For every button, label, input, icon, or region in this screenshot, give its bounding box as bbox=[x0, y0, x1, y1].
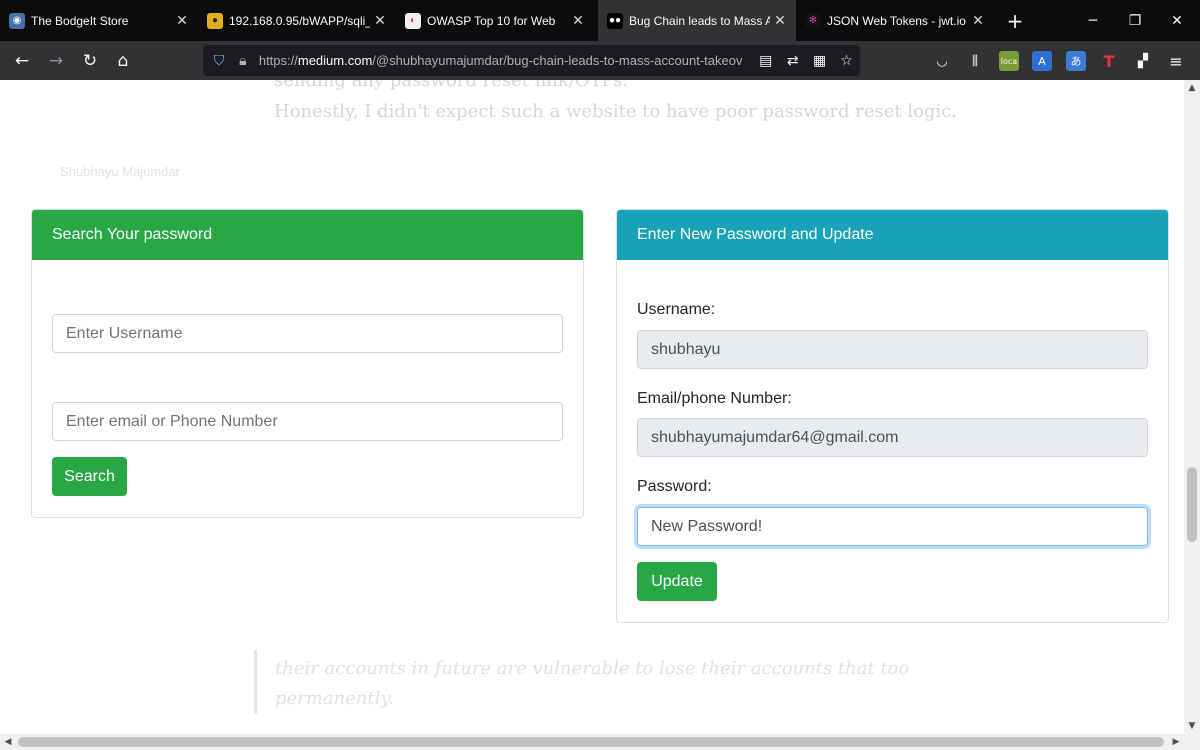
globe-icon: ◉ bbox=[9, 12, 25, 29]
close-tab-icon[interactable]: ✕ bbox=[968, 12, 988, 29]
author-caption: Shubhayu Majumdar bbox=[60, 164, 180, 179]
owasp-icon: ◐ bbox=[405, 12, 421, 29]
card-header: Enter New Password and Update bbox=[617, 210, 1168, 260]
tab-bwapp[interactable]: ● 192.168.0.95/bWAPP/sqli_6.p ✕ bbox=[198, 0, 396, 41]
vertical-scrollbar[interactable]: ▲ ▼ bbox=[1184, 80, 1200, 734]
tab-title: OWASP Top 10 for Web bbox=[427, 13, 556, 28]
password-field[interactable]: New Password! bbox=[637, 507, 1148, 546]
scroll-down-icon[interactable]: ▼ bbox=[1184, 718, 1200, 734]
new-tab-button[interactable]: + bbox=[1000, 0, 1030, 41]
forward-arrow-icon[interactable]: → bbox=[41, 46, 71, 76]
scroll-left-icon[interactable]: ◀ bbox=[0, 734, 16, 750]
menu-icon[interactable]: ≡ bbox=[1166, 51, 1186, 71]
username-label: Username: bbox=[637, 301, 716, 318]
minimize-icon[interactable]: ─ bbox=[1072, 0, 1114, 41]
library-icon[interactable]: ⫼ bbox=[965, 51, 985, 71]
update-password-card: Enter New Password and Update bbox=[616, 209, 1169, 623]
tab-title: Bug Chain leads to Mass Acc bbox=[629, 13, 770, 28]
close-window-icon[interactable]: ✕ bbox=[1156, 0, 1198, 41]
scrollbar-thumb[interactable] bbox=[1187, 467, 1197, 542]
navigation-toolbar: ← → ↻ ⌂ ⛉ 🔒︎ https://medium.com/@shubhay… bbox=[0, 41, 1200, 80]
update-button[interactable]: Update bbox=[637, 562, 717, 601]
url-text[interactable]: https://medium.com/@shubhayumajumdar/bug… bbox=[259, 53, 752, 68]
reader-view-icon[interactable]: ▤ bbox=[752, 53, 779, 69]
article-text: Honestly, I didn't expect such a website… bbox=[274, 101, 958, 122]
tab-title: 192.168.0.95/bWAPP/sqli_6.p bbox=[229, 13, 370, 28]
scroll-right-icon[interactable]: ▶ bbox=[1168, 734, 1184, 750]
blockquote-bar bbox=[254, 650, 257, 714]
search-button[interactable]: Search bbox=[52, 457, 127, 496]
home-icon[interactable]: ⌂ bbox=[108, 46, 138, 76]
reload-icon[interactable]: ↻ bbox=[75, 46, 105, 76]
localhost-extension-icon[interactable]: loca bbox=[999, 51, 1019, 71]
close-tab-icon[interactable]: ✕ bbox=[172, 12, 192, 29]
jwt-icon: ✻ bbox=[805, 12, 821, 29]
tab-title: JSON Web Tokens - jwt.io bbox=[827, 13, 966, 28]
quote-text: permanently. bbox=[275, 688, 394, 709]
shield-icon[interactable]: ⛉ bbox=[207, 53, 231, 69]
t-extension-icon[interactable]: T bbox=[1099, 51, 1119, 71]
back-arrow-icon[interactable]: ← bbox=[7, 46, 37, 76]
password-label: Password: bbox=[637, 478, 712, 495]
email-label: Email/phone Number: bbox=[637, 390, 792, 407]
bookmark-star-icon[interactable]: ☆ bbox=[833, 53, 860, 69]
translate-extension-2-icon[interactable]: あ bbox=[1066, 51, 1086, 71]
translate-extension-icon[interactable]: A bbox=[1032, 51, 1052, 71]
page-content: sending any password reset link/OTPs. Ho… bbox=[0, 80, 1184, 734]
username-input[interactable]: Enter Username bbox=[52, 314, 563, 353]
lock-icon[interactable]: 🔒︎ bbox=[231, 53, 255, 69]
pocket-icon[interactable]: ◡ bbox=[932, 51, 952, 71]
grid-icon[interactable]: ▦ bbox=[806, 53, 833, 69]
card-header: Search Your password bbox=[32, 210, 583, 260]
bee-icon: ● bbox=[207, 12, 223, 29]
tab-owasp[interactable]: ◐ OWASP Top 10 for Web ✕ bbox=[396, 0, 594, 41]
address-bar[interactable]: ⛉ 🔒︎ https://medium.com/@shubhayumajumda… bbox=[203, 45, 860, 76]
tab-strip: ◉ The BodgeIt Store ✕ ● 192.168.0.95/bWA… bbox=[0, 0, 1200, 41]
scroll-up-icon[interactable]: ▲ bbox=[1184, 80, 1200, 96]
extensions-icon[interactable]: ▞ bbox=[1133, 51, 1153, 71]
scrollbar-thumb[interactable] bbox=[18, 737, 1164, 747]
email-field[interactable]: shubhayumajumdar64@gmail.com bbox=[637, 418, 1148, 457]
medium-icon: ●● bbox=[607, 12, 623, 29]
quote-text: their accounts in future are vulnerable … bbox=[275, 658, 910, 679]
close-tab-icon[interactable]: ✕ bbox=[770, 12, 790, 29]
article-text: sending any password reset link/OTPs. bbox=[274, 80, 629, 91]
tab-bodgeit[interactable]: ◉ The BodgeIt Store ✕ bbox=[0, 0, 198, 41]
tab-medium-active[interactable]: ●● Bug Chain leads to Mass Acc ✕ bbox=[598, 0, 796, 41]
close-tab-icon[interactable]: ✕ bbox=[568, 12, 588, 29]
email-phone-input[interactable]: Enter email or Phone Number bbox=[52, 402, 563, 441]
close-tab-icon[interactable]: ✕ bbox=[370, 12, 390, 29]
username-field[interactable]: shubhayu bbox=[637, 330, 1148, 369]
tab-title: The BodgeIt Store bbox=[31, 13, 129, 28]
tab-jwt[interactable]: ✻ JSON Web Tokens - jwt.io ✕ bbox=[796, 0, 994, 41]
translate-icon[interactable]: ⇄ bbox=[779, 53, 806, 69]
horizontal-scrollbar[interactable]: ◀ ▶ bbox=[0, 734, 1200, 750]
restore-icon[interactable]: ❐ bbox=[1114, 0, 1156, 41]
